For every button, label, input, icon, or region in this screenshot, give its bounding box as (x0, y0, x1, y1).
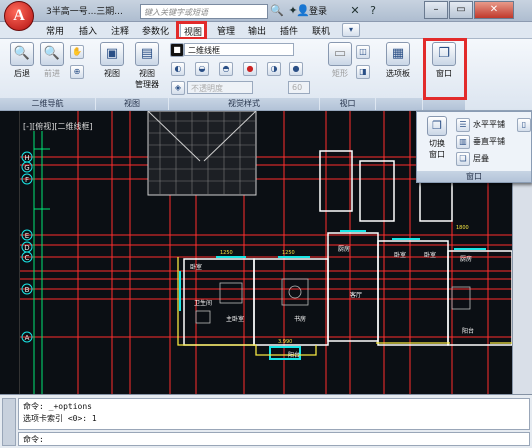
panel-title-palettes[interactable] (376, 98, 422, 110)
grid-label-g: G (24, 164, 29, 172)
cascade-icon: ❏ (456, 152, 470, 166)
dimension-label: 1250 (282, 250, 295, 256)
shadow-icon[interactable]: ◓ (219, 62, 233, 76)
view-manager-button[interactable]: ▤ 视图 管理器 (130, 42, 164, 90)
tab-manage[interactable]: 管理 (217, 24, 235, 37)
tab-insert[interactable]: 插入 (79, 24, 97, 37)
tab-annotate[interactable]: 注释 (111, 24, 129, 37)
command-input[interactable]: 命令: (18, 432, 530, 446)
close-button[interactable]: ✕ (474, 1, 514, 19)
grid-label-e: E (25, 232, 29, 240)
panel-title-window[interactable] (423, 98, 465, 110)
grid-label-d: D (24, 244, 29, 252)
dimension-label: 1250 (220, 250, 233, 256)
switch-windows-button[interactable]: ❐ 切换 窗口 (420, 116, 454, 160)
room-label: 卧室 (190, 263, 202, 271)
room-label: 阳台 (288, 351, 300, 359)
viewport-label[interactable]: [-][俯视][二维线框] (23, 121, 93, 132)
room-label: 卧室 (424, 251, 436, 259)
pan-icon[interactable]: ✋ (70, 45, 84, 59)
tile-horizontal-icon: ☰ (456, 118, 470, 132)
ribbon-minimize-icon[interactable]: ▾ (342, 23, 360, 37)
palette-grid-icon: ▦ (386, 42, 410, 66)
tab-output[interactable]: 输出 (248, 24, 266, 37)
grid-label-f: F (25, 176, 29, 184)
window-dropdown-panel: ❐ 切换 窗口 ☰ 水平平铺 ▥ 垂直平铺 ❏ 层叠 ▯ 窗口 (416, 111, 532, 183)
viewport-join-icon[interactable]: ◫ (356, 45, 370, 59)
room-label: 主卧室 (226, 315, 244, 323)
zoom-extents-icon[interactable]: ⊕ (70, 65, 84, 79)
tab-plugins[interactable]: 插件 (280, 24, 298, 37)
room-label: 客厅 (350, 291, 362, 299)
back-button[interactable]: 🔍 后退 (8, 42, 36, 79)
command-history-line: 命令: _+options (23, 402, 92, 411)
user-icon[interactable]: 👤 (296, 4, 310, 18)
window-button[interactable]: ❐ 窗口 (427, 42, 461, 79)
command-history: 命令: _+options 选项卡索引 <0>: 1 (18, 398, 530, 430)
xray-icon[interactable]: ◑ (267, 62, 281, 76)
viewport-rectangle-button[interactable]: ▭ 矩形 (325, 42, 355, 79)
tab-online[interactable]: 联机 (312, 24, 330, 37)
color-icon[interactable]: ● (243, 62, 257, 76)
minimize-button[interactable]: – (424, 1, 448, 19)
binoculars-icon[interactable]: 🔍 (270, 4, 284, 18)
layout-icon[interactable]: ▯ (517, 118, 531, 132)
command-history-line: 选项卡索引 <0>: 1 (23, 414, 97, 423)
view-cube-icon: ▣ (100, 42, 124, 66)
edge-effect-icon[interactable]: ◈ (171, 81, 185, 95)
rectangle-viewport-icon: ▭ (328, 42, 352, 66)
window-panel-title: 窗口 (417, 171, 531, 182)
title-bar: 3半高一号...三期... 键入关键字或短语 🔍 ✦ 👤 登录 ✕ ? – ▭ … (0, 0, 532, 22)
maximize-button[interactable]: ▭ (449, 1, 473, 19)
room-label: 厨房 (460, 255, 472, 263)
tab-home[interactable]: 常用 (46, 24, 64, 37)
view-button[interactable]: ▣ 视图 (98, 42, 126, 79)
forward-button[interactable]: 🔍 前进 (38, 42, 66, 79)
edge-icon[interactable]: ◐ (171, 62, 185, 76)
zoom-forward-icon: 🔍 (40, 42, 64, 66)
login-button[interactable]: 登录 (309, 4, 327, 17)
exchange-icon[interactable]: ✕ (348, 4, 362, 18)
panel-title-viewports[interactable]: 视口 (320, 98, 375, 110)
room-label: 卫生间 (194, 299, 212, 307)
panel-title-views[interactable]: 视图 (96, 98, 168, 110)
switch-windows-icon: ❐ (427, 116, 447, 136)
panel-title-2d-navigation[interactable]: 二维导航 (0, 98, 95, 110)
tab-view[interactable]: 视图 (180, 22, 207, 39)
view-manager-icon: ▤ (135, 42, 159, 66)
grid-label-c: C (25, 254, 30, 262)
room-label: 厨房 (338, 245, 350, 253)
window-title: 3半高一号...三期... (46, 7, 123, 17)
tile-horizontal-button[interactable]: 水平平铺 (473, 119, 505, 130)
room-label: 卧室 (394, 251, 406, 259)
panel-title-visual-styles[interactable]: 视觉样式 (169, 98, 319, 110)
application-menu-button[interactable]: A (4, 1, 34, 31)
visual-style-icon: ■ (170, 43, 184, 57)
viewport-restore-icon[interactable]: ◨ (356, 65, 370, 79)
room-label: 阳台 (462, 327, 474, 335)
tab-parametric[interactable]: 参数化 (142, 24, 169, 37)
zoom-back-icon: 🔍 (10, 42, 34, 66)
face-style-icon[interactable]: ◒ (195, 62, 209, 76)
opacity-field[interactable]: 不透明度 (187, 81, 253, 94)
grid-label-a: A (25, 334, 30, 342)
tile-vertical-icon: ▥ (456, 135, 470, 149)
dimension-label: 1800 (456, 225, 469, 231)
ribbon-tabs: 常用 插入 注释 参数化 视图 管理 输出 插件 联机 ▾ (0, 22, 532, 39)
search-input[interactable]: 键入关键字或短语 (140, 4, 268, 19)
room-label: 书房 (294, 315, 306, 323)
command-window-handle[interactable] (2, 398, 16, 446)
tool-palettes-button[interactable]: ▦ 选项板 (381, 42, 415, 79)
opacity-value[interactable]: 60 (288, 81, 310, 94)
tile-vertical-button[interactable]: 垂直平铺 (473, 136, 505, 147)
material-icon[interactable]: ● (289, 62, 303, 76)
cascade-button[interactable]: 层叠 (473, 153, 489, 164)
left-grid-ruler (0, 111, 20, 394)
window-icon: ❐ (432, 42, 456, 66)
grid-label-h: H (24, 154, 29, 162)
grid-label-b: B (25, 286, 30, 294)
help-icon[interactable]: ? (366, 4, 380, 18)
dimension-label: 3.990 (278, 339, 292, 345)
visual-style-select[interactable]: 二维线框 (184, 43, 294, 56)
